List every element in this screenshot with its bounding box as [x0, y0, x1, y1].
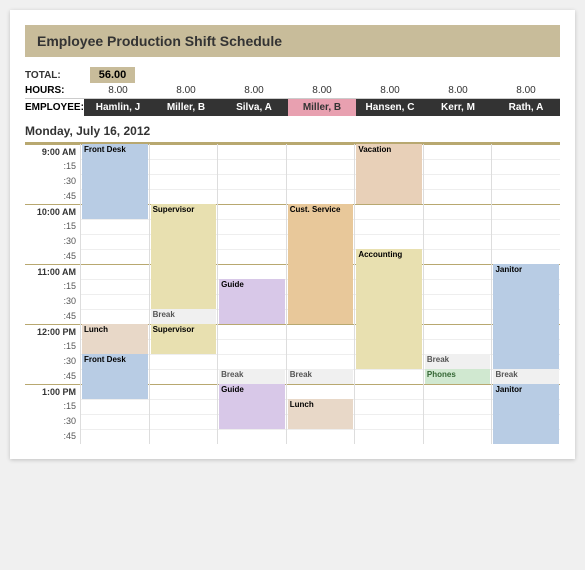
time-1245: :45 — [25, 369, 80, 384]
time-915: :15 — [25, 159, 80, 174]
rath-break: Break — [493, 369, 559, 384]
page-title: Employee Production Shift Schedule — [25, 25, 560, 57]
col-rath: Janitor Break Janitor — [491, 144, 560, 444]
time-1215: :15 — [25, 339, 80, 354]
col-kerr: Break Phones — [423, 144, 492, 444]
rath-janitor-1: Janitor — [493, 264, 559, 384]
day-header: Monday, July 16, 2012 — [25, 124, 560, 138]
emp-hansen: Hansen, C — [356, 99, 424, 116]
time-1115: :15 — [25, 279, 80, 294]
time-1015: :15 — [25, 219, 80, 234]
rath-janitor-2: Janitor — [493, 384, 559, 444]
time-1130: :30 — [25, 294, 80, 309]
emp-kerr: Kerr, M — [424, 99, 492, 116]
hamlin-lunch: Lunch — [82, 324, 148, 354]
col-miller: Supervisor Break Supervisor — [149, 144, 218, 444]
col-hansen: Vacation Accounting — [354, 144, 423, 444]
hamlin-front-desk-2: Front Desk — [82, 354, 148, 399]
hour-cell: 8.00 — [424, 85, 492, 96]
time-945: :45 — [25, 189, 80, 204]
emp-miller-b: Miller, B — [152, 99, 220, 116]
time-1030: :30 — [25, 234, 80, 249]
silva-guide-1: Guide — [219, 279, 285, 324]
time-115: :15 — [25, 399, 80, 414]
miller-supervisor-2: Supervisor — [151, 324, 217, 354]
time-9am: 9:00 AM — [25, 144, 80, 159]
hour-cell: 8.00 — [356, 85, 424, 96]
miller2-cust-service: Cust. Service — [288, 204, 354, 324]
totals-section: TOTAL: 56.00 HOURS: 8.00 8.00 8.00 8.00 … — [25, 67, 560, 116]
time-12pm: 12:00 PM — [25, 324, 80, 339]
hour-cell: 8.00 — [220, 85, 288, 96]
hour-cell: 8.00 — [84, 85, 152, 96]
miller2-break: Break — [288, 369, 354, 384]
employees-grid: Front Desk Lunch Front Desk — [80, 144, 560, 444]
emp-hamlin: Hamlin, J — [84, 99, 152, 116]
time-11am: 11:00 AM — [25, 264, 80, 279]
miller-supervisor-1: Supervisor — [151, 204, 217, 324]
page-container: Employee Production Shift Schedule TOTAL… — [10, 10, 575, 459]
hansen-vacation: Vacation — [356, 144, 422, 204]
hour-cell: 8.00 — [152, 85, 220, 96]
time-1045: :45 — [25, 249, 80, 264]
silva-guide-2: Guide — [219, 384, 285, 429]
miller-break: Break — [151, 309, 217, 324]
total-label: TOTAL: — [25, 70, 90, 81]
time-930: :30 — [25, 174, 80, 189]
time-column: 9:00 AM :15 :30 :45 10:00 AM :15 :30 :45… — [25, 144, 80, 444]
employee-cells: Hamlin, J Miller, B Silva, A Miller, B H… — [84, 99, 560, 116]
col-miller2: Cust. Service Break Lunch — [286, 144, 355, 444]
employee-label: EMPLOYEE: — [25, 102, 84, 113]
kerr-phones: Phones — [425, 369, 491, 384]
time-10am: 10:00 AM — [25, 204, 80, 219]
time-1145: :45 — [25, 309, 80, 324]
emp-miller-b2: Miller, B — [288, 99, 356, 116]
hour-cell: 8.00 — [288, 85, 356, 96]
emp-rath: Rath, A — [492, 99, 560, 116]
emp-silva: Silva, A — [220, 99, 288, 116]
time-1230: :30 — [25, 354, 80, 369]
employee-row: EMPLOYEE: Hamlin, J Miller, B Silva, A M… — [25, 99, 560, 116]
schedule-grid: 9:00 AM :15 :30 :45 10:00 AM :15 :30 :45… — [25, 142, 560, 444]
hamlin-front-desk-1: Front Desk — [82, 144, 148, 219]
total-value: 56.00 — [90, 67, 135, 83]
hansen-accounting: Accounting — [356, 249, 422, 369]
hours-label: HOURS: — [25, 85, 84, 96]
total-row: TOTAL: 56.00 — [25, 67, 560, 83]
col-silva: Guide Break Guide — [217, 144, 286, 444]
hours-row: HOURS: 8.00 8.00 8.00 8.00 8.00 8.00 8.0… — [25, 85, 560, 99]
hour-cell: 8.00 — [492, 85, 560, 96]
time-1pm: 1:00 PM — [25, 384, 80, 399]
miller2-lunch: Lunch — [288, 399, 354, 429]
hours-cells: 8.00 8.00 8.00 8.00 8.00 8.00 8.00 — [84, 85, 560, 96]
col-hamlin: Front Desk Lunch Front Desk — [80, 144, 149, 444]
time-130: :30 — [25, 414, 80, 429]
kerr-break: Break — [425, 354, 491, 369]
time-145: :45 — [25, 429, 80, 444]
silva-break: Break — [219, 369, 285, 384]
